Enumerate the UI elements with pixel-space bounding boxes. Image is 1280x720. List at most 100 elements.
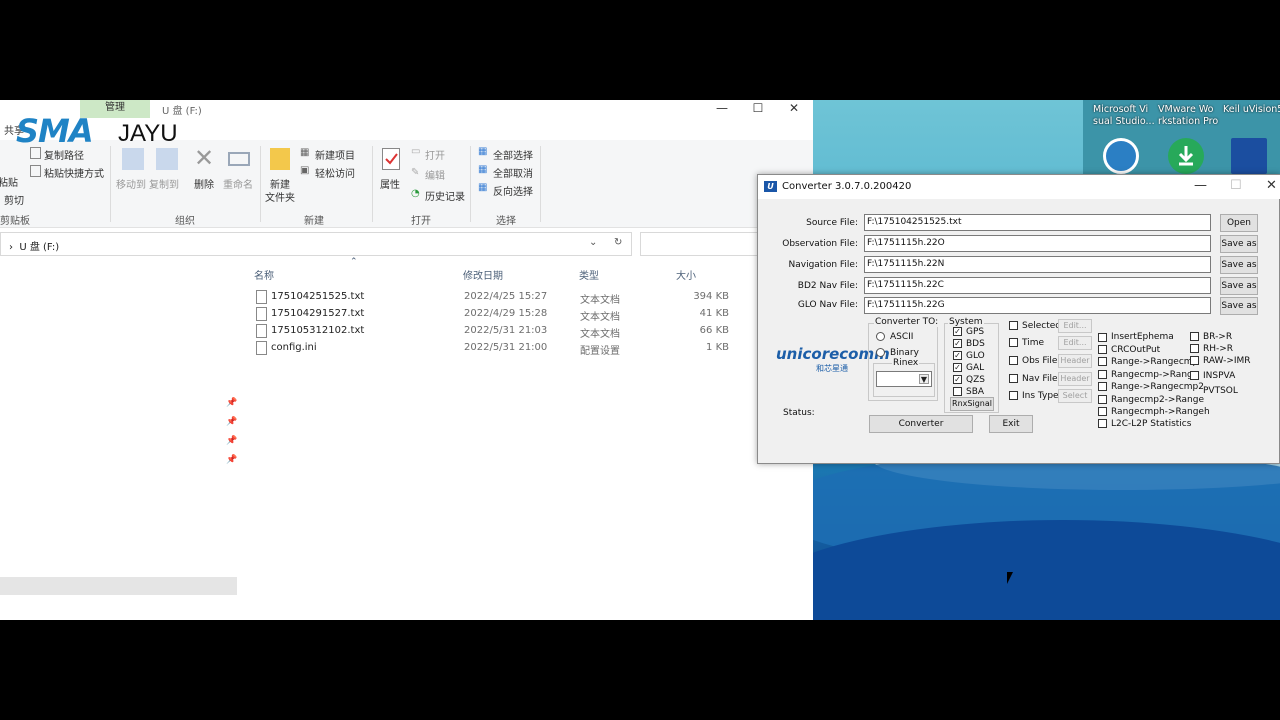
new-folder-button-line2: 文件夹 xyxy=(265,193,295,204)
cut-button[interactable]: 剪切 xyxy=(4,192,24,207)
desktop-icon-label-vmware[interactable]: VMware Wo rkstation Pro xyxy=(1158,104,1222,128)
desktop-icon-label-keil[interactable]: Keil uVision5 xyxy=(1223,104,1280,116)
navigation-file-field[interactable]: F:\1751115h.22N xyxy=(864,256,1211,273)
move-to-button[interactable]: 移动到 xyxy=(116,176,146,191)
group-new-label: 新建 xyxy=(304,216,324,227)
easy-access-button[interactable]: 轻松访问 xyxy=(315,165,355,180)
column-date[interactable]: 修改日期 xyxy=(463,267,503,282)
paste-shortcut-button[interactable]: 粘贴快捷方式 xyxy=(44,165,104,180)
l2c-l2p-label: L2C-L2P Statistics xyxy=(1111,419,1192,429)
rinex-select[interactable]: ▼ xyxy=(876,371,932,387)
file-row[interactable]: 175105312102.txt 2022/5/31 21:03 文本文档 66… xyxy=(240,323,740,340)
invert-selection-button[interactable]: 反向选择 xyxy=(493,183,533,198)
visual-studio-icon[interactable] xyxy=(1103,138,1139,174)
pin-icon[interactable]: 📌 xyxy=(226,417,237,427)
maximize-icon[interactable]: ☐ xyxy=(740,100,776,118)
crc-output-checkbox[interactable] xyxy=(1098,345,1107,354)
file-date: 2022/4/29 15:28 xyxy=(464,308,548,319)
qzs-checkbox[interactable]: ✓ xyxy=(953,375,962,384)
file-row[interactable]: 175104251525.txt 2022/4/25 15:27 文本文档 39… xyxy=(240,289,740,306)
save-as-bd2-button[interactable]: Save as xyxy=(1220,277,1258,295)
exit-button[interactable]: Exit xyxy=(989,415,1033,433)
copy-to-button[interactable]: 复制到 xyxy=(149,176,179,191)
rangecmph-rangeh-checkbox[interactable] xyxy=(1098,407,1107,416)
converter-app-icon: U xyxy=(764,181,777,192)
glo-nav-file-field[interactable]: F:\1751115h.22G xyxy=(864,297,1211,314)
new-item-button[interactable]: 新建项目 xyxy=(315,147,355,162)
ascii-radio[interactable] xyxy=(876,332,885,341)
rangecmp2-range-checkbox[interactable] xyxy=(1098,395,1107,404)
rinex-label: Rinex xyxy=(892,358,920,368)
history-button[interactable]: 历史记录 xyxy=(425,188,465,203)
gps-label: GPS xyxy=(966,327,985,337)
inspva-checkbox[interactable] xyxy=(1190,371,1199,380)
select-all-button[interactable]: 全部选择 xyxy=(493,147,533,162)
glo-nav-file-label: GLO Nav File: xyxy=(797,300,858,310)
time-edit-button[interactable]: Edit... xyxy=(1058,336,1092,350)
glo-checkbox[interactable]: ✓ xyxy=(953,351,962,360)
br-r-checkbox[interactable] xyxy=(1190,332,1199,341)
address-input[interactable]: › U 盘 (F:) ⌄ ↻ xyxy=(0,232,632,256)
keil-icon[interactable] xyxy=(1231,138,1267,174)
chevron-down-icon[interactable]: ⌄ xyxy=(589,237,597,248)
file-row[interactable]: 175104291527.txt 2022/4/29 15:28 文本文档 41… xyxy=(240,306,740,323)
save-as-observation-button[interactable]: Save as xyxy=(1220,235,1258,253)
close-icon[interactable]: ✕ xyxy=(1266,178,1277,193)
rename-button[interactable]: 重命名 xyxy=(223,176,253,191)
pin-icon[interactable]: 📌 xyxy=(226,436,237,446)
observation-file-label: Observation File: xyxy=(782,239,858,249)
range-rangecmp-checkbox[interactable] xyxy=(1098,357,1107,366)
open-button[interactable]: 打开 xyxy=(425,147,445,162)
insert-ephema-label: InsertEphema xyxy=(1111,332,1174,342)
selected-edit-button[interactable]: Edit... xyxy=(1058,319,1092,333)
properties-button[interactable]: 属性 xyxy=(380,176,400,191)
nav-scrollbar-track[interactable] xyxy=(0,577,237,595)
close-icon[interactable]: ✕ xyxy=(776,100,812,118)
ins-type-select-button[interactable]: Select xyxy=(1058,389,1092,403)
open-button[interactable]: Open xyxy=(1220,214,1258,232)
l2c-l2p-checkbox[interactable] xyxy=(1098,419,1107,428)
obs-header-button[interactable]: Header xyxy=(1058,354,1092,368)
selected-checkbox[interactable] xyxy=(1009,321,1018,330)
save-as-glo-button[interactable]: Save as xyxy=(1220,297,1258,315)
vmware-icon[interactable] xyxy=(1168,138,1204,174)
rnx-signal-button[interactable]: RnxSignal xyxy=(950,397,994,411)
nav-file-checkbox[interactable] xyxy=(1009,374,1018,383)
time-checkbox[interactable] xyxy=(1009,338,1018,347)
raw-imr-checkbox[interactable] xyxy=(1190,356,1199,365)
minimize-icon[interactable]: — xyxy=(704,100,740,118)
pin-icon[interactable]: 📌 xyxy=(226,455,237,465)
range-rangecmp2-checkbox[interactable] xyxy=(1098,382,1107,391)
rh-r-checkbox[interactable] xyxy=(1190,344,1199,353)
select-none-button[interactable]: 全部取消 xyxy=(493,165,533,180)
desktop-icon-label-vs[interactable]: Microsoft Vi sual Studio... xyxy=(1093,104,1157,128)
obs-file-checkbox[interactable] xyxy=(1009,356,1018,365)
source-file-field[interactable]: F:\175104251525.txt xyxy=(864,214,1211,231)
delete-button[interactable]: 删除 xyxy=(194,176,214,191)
source-file-label: Source File: xyxy=(806,218,858,228)
converter-button[interactable]: Converter xyxy=(869,415,973,433)
pin-icon[interactable]: 📌 xyxy=(226,398,237,408)
file-row[interactable]: config.ini 2022/5/31 21:00 配置设置 1 KB xyxy=(240,340,740,357)
observation-file-field[interactable]: F:\1751115h.22O xyxy=(864,235,1211,252)
insert-ephema-checkbox[interactable] xyxy=(1098,333,1107,342)
address-segment[interactable]: U 盘 (F:) xyxy=(19,242,59,253)
bd2-nav-file-field[interactable]: F:\1751115h.22C xyxy=(864,277,1211,294)
gal-checkbox[interactable]: ✓ xyxy=(953,363,962,372)
save-as-navigation-button[interactable]: Save as xyxy=(1220,256,1258,274)
paste-button[interactable]: 粘贴 xyxy=(0,174,18,189)
minimize-icon[interactable]: — xyxy=(1194,178,1207,193)
gps-checkbox[interactable]: ✓ xyxy=(953,327,962,336)
sba-checkbox[interactable] xyxy=(953,387,962,396)
binary-radio[interactable] xyxy=(876,348,885,357)
column-size[interactable]: 大小 xyxy=(676,267,696,282)
nav-header-button[interactable]: Header xyxy=(1058,372,1092,386)
bds-checkbox[interactable]: ✓ xyxy=(953,339,962,348)
raw-imr-label: RAW->IMR xyxy=(1203,356,1251,366)
rangecmp-range-checkbox[interactable] xyxy=(1098,370,1107,379)
ins-type-checkbox[interactable] xyxy=(1009,391,1018,400)
column-name[interactable]: 名称 xyxy=(254,267,274,282)
column-type[interactable]: 类型 xyxy=(579,267,599,282)
edit-button[interactable]: 编辑 xyxy=(425,167,445,182)
refresh-icon[interactable]: ↻ xyxy=(614,237,622,248)
